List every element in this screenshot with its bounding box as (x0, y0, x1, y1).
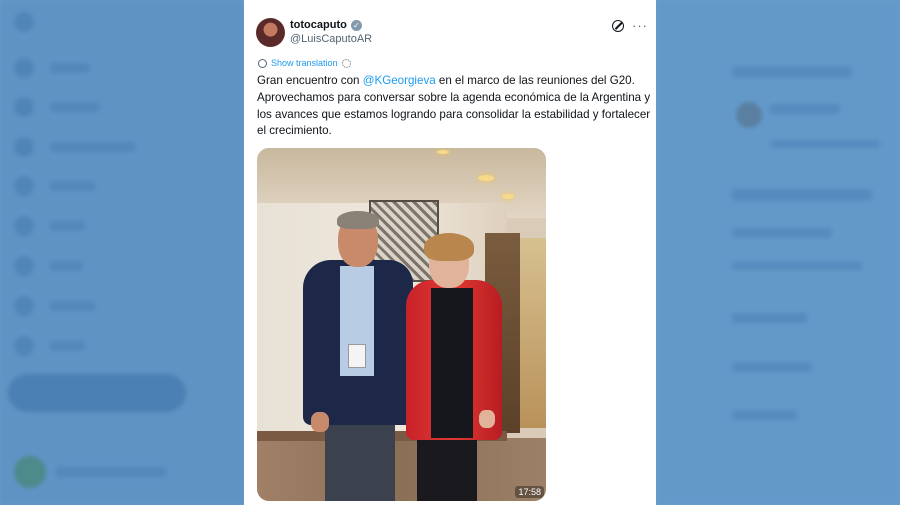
bg-nav-item (14, 176, 95, 196)
bg-nav-item (14, 137, 135, 157)
grok-icon[interactable] (612, 20, 624, 32)
more-options-icon[interactable]: ··· (632, 18, 648, 33)
gear-icon[interactable] (341, 58, 351, 68)
ceiling-light (478, 175, 494, 181)
verified-badge-icon: ✓ (350, 19, 362, 31)
author-handle[interactable]: @LuisCaputoAR (290, 33, 372, 45)
ceiling-light (437, 150, 449, 154)
conference-badge (348, 344, 366, 368)
tweet-header: totocaputo ✓ @LuisCaputoAR ··· (256, 18, 648, 48)
background-sidebar (0, 0, 244, 505)
bg-nav-item (14, 256, 83, 276)
mention-link[interactable]: @KGeorgieva (363, 74, 436, 87)
bg-nav-item (14, 296, 95, 316)
bg-nav-item (14, 336, 85, 356)
woman-hand (479, 410, 495, 428)
bg-profile (14, 456, 166, 488)
author-name-row[interactable]: totocaputo ✓ (290, 19, 362, 31)
bg-nav-item (14, 58, 90, 78)
ceiling-light (502, 194, 514, 199)
man-hair (337, 211, 379, 229)
bg-nav-logo (14, 12, 34, 32)
photo-floor (257, 438, 546, 501)
woman-hair (424, 233, 474, 261)
man-hand (311, 412, 329, 432)
avatar[interactable] (256, 18, 285, 47)
tweet-text: Gran encuentro con @KGeorgieva en el mar… (257, 73, 652, 140)
woman-black-top (431, 288, 473, 438)
globe-icon (258, 58, 267, 68)
bg-post-button (8, 374, 186, 412)
tweet-text-intro: Gran encuentro con (257, 74, 363, 87)
tweet-card: totocaputo ✓ @LuisCaputoAR ··· Show tran… (244, 0, 656, 505)
background-right-column (656, 0, 900, 505)
author-display-name[interactable]: totocaputo (290, 19, 347, 31)
media-timestamp: 17:58 (515, 486, 544, 498)
corridor (520, 238, 546, 428)
bg-nav-item (14, 97, 100, 117)
show-translation-link[interactable]: Show translation (258, 58, 351, 68)
show-translation-label[interactable]: Show translation (271, 58, 338, 68)
bg-nav-item (14, 216, 85, 236)
tweet-photo[interactable]: 17:58 (257, 148, 546, 501)
